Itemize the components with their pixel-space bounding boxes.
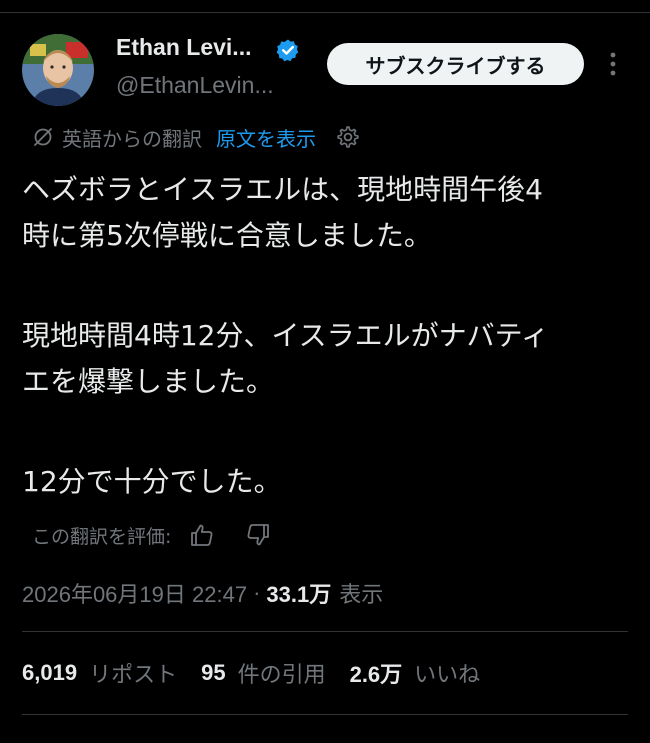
quotes-label[interactable]: 件の引用	[238, 657, 326, 689]
tweet-line: 時に第5次停戦に合意しました。	[22, 219, 432, 252]
thumbs-down-icon[interactable]	[245, 522, 271, 548]
reposts-count[interactable]: 6,019	[22, 660, 77, 686]
tweet-text: ヘズボラとイスラエルは、現地時間午後4 時に第5次停戦に合意しました。 現地時間…	[22, 167, 632, 505]
stats-divider	[22, 714, 628, 715]
tweet-metadata: 2026年06月19日 22:47 · 33.1万 表示	[22, 576, 383, 610]
likes-label[interactable]: いいね	[414, 657, 480, 689]
tweet-line: ヘズボラとイスラエルは、現地時間午後4	[22, 173, 543, 206]
likes-count[interactable]: 2.6万	[350, 657, 403, 689]
views-label: 表示	[339, 582, 384, 607]
verified-badge-icon[interactable]	[276, 38, 300, 62]
show-original-link[interactable]: 原文を表示	[216, 123, 316, 152]
more-vertical-icon[interactable]	[600, 48, 626, 80]
tweet-timestamp[interactable]: 2026年06月19日 22:47	[22, 577, 247, 609]
translate-icon	[34, 128, 52, 146]
rate-translation-bar: この翻訳を評価:	[32, 518, 271, 552]
quotes-count[interactable]: 95	[201, 660, 225, 686]
translation-bar: 英語からの翻訳 原文を表示	[32, 122, 360, 152]
tweet-line: エを爆撃しました。	[22, 365, 275, 398]
metadata-divider	[22, 631, 628, 632]
engagement-stats: 6,019 リポスト 95 件の引用 2.6万 いいね	[22, 655, 504, 691]
avatar[interactable]	[22, 34, 94, 106]
translation-label: 英語からの翻訳	[62, 126, 202, 151]
reposts-label[interactable]: リポスト	[89, 657, 177, 689]
views-count[interactable]: 33.1万	[266, 577, 331, 609]
thumbs-up-icon[interactable]	[189, 522, 215, 548]
tweet-line: 現地時間4時12分、イスラエルがナバティ	[22, 319, 549, 352]
avatar-image	[22, 34, 94, 106]
rate-translation-label: この翻訳を評価:	[32, 525, 172, 548]
tweet-line: 12分で十分でした。	[22, 465, 282, 498]
gear-icon[interactable]	[336, 125, 360, 149]
author-display-name[interactable]: Ethan Levi...	[116, 34, 251, 61]
subscribe-button[interactable]: サブスクライブする	[327, 43, 584, 85]
top-divider	[0, 12, 650, 13]
author-handle[interactable]: @EthanLevin...	[116, 72, 274, 99]
metadata-separator: ·	[253, 580, 261, 605]
